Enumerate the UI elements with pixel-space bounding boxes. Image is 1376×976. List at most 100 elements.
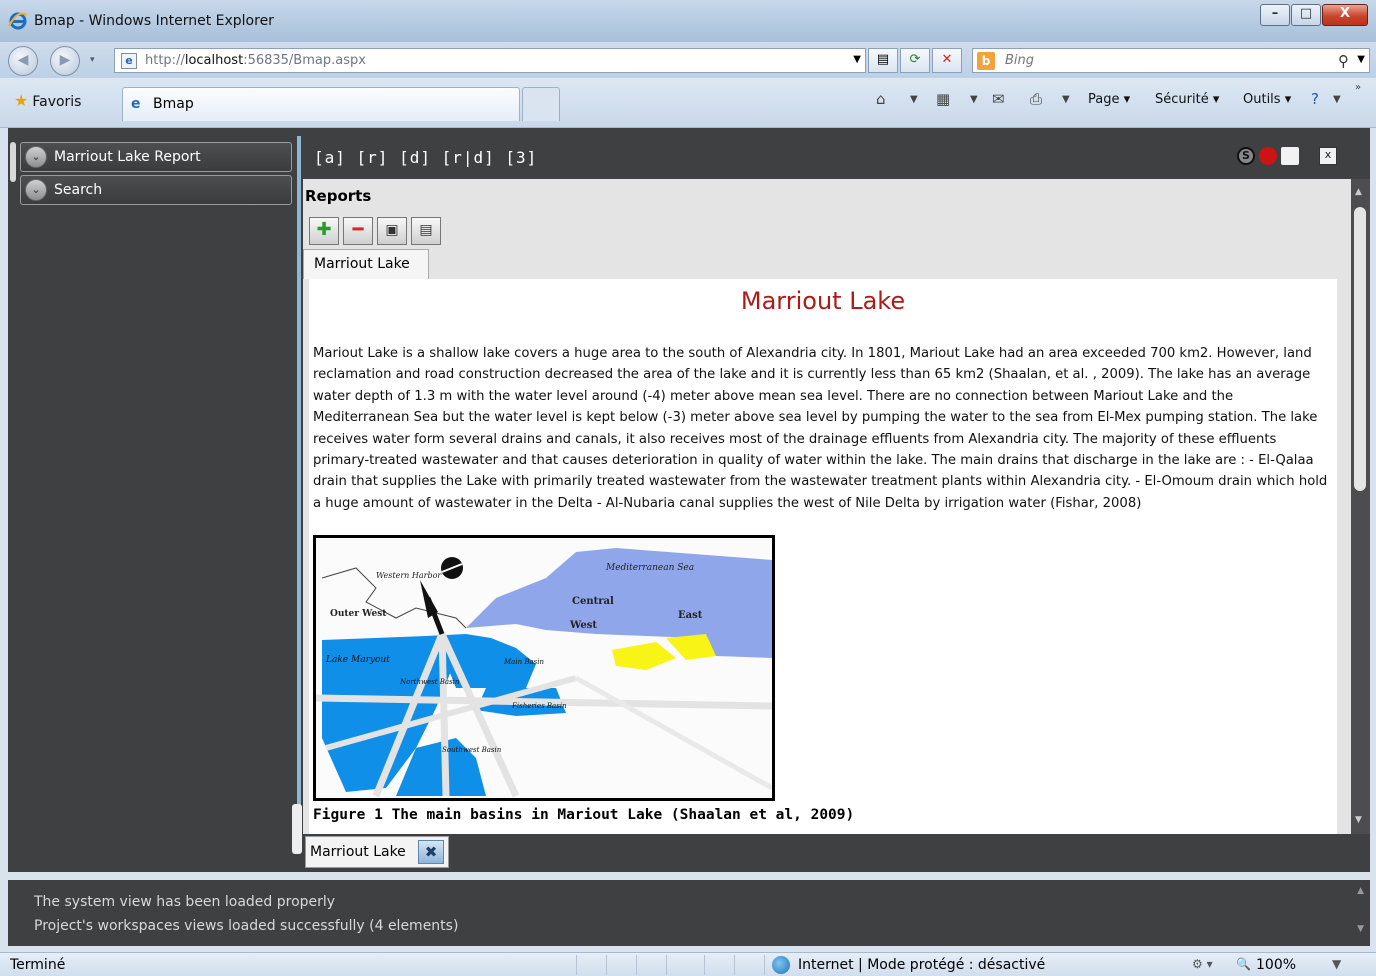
back-button[interactable]: ◀ <box>8 46 38 76</box>
more-chevron-icon[interactable]: » <box>1355 82 1361 93</box>
status-divider <box>704 955 705 975</box>
address-field[interactable]: e http://localhost:56835/Bmap.aspx ▼ <box>114 48 866 73</box>
mail-icon[interactable]: ✉ <box>992 90 1005 108</box>
application-area: ⌄ Marriout Lake Report ⌄ Search [a] [r] … <box>8 128 1370 872</box>
favorites-bar: ★ Favoris e Bmap ⌂ ▼ ▦ ▼ ✉ ⎙ ▼ Page ▾ Séc… <box>0 78 1376 128</box>
save-all-button[interactable]: ▤ <box>411 217 441 245</box>
page-menu[interactable]: Page ▾ <box>1088 92 1130 107</box>
maximize-icon: □ <box>1299 6 1313 21</box>
zoom-level[interactable]: 100% <box>1256 957 1296 973</box>
plus-icon: ✚ <box>316 219 332 240</box>
print-icon[interactable]: ⎙ <box>1030 90 1042 108</box>
report-heading: Marriout Lake <box>740 287 906 315</box>
log-scroll-down-icon[interactable]: ▼ <box>1357 924 1364 934</box>
favorites-button[interactable]: ★ Favoris <box>14 91 81 110</box>
tab-title: Bmap <box>153 96 194 112</box>
status-divider <box>576 955 577 975</box>
sidebar-item-label: Search <box>54 182 103 198</box>
help-icon[interactable]: ? <box>1311 90 1319 108</box>
window-titlebar: Bmap - Windows Internet Explorer – □ X <box>0 0 1376 42</box>
minimize-panel-button[interactable] <box>1281 147 1299 165</box>
view-mode-selector[interactable]: [a] [r] [d] [r|d] [3] <box>314 148 537 167</box>
sidebar-scrollbar[interactable] <box>10 142 16 182</box>
settings-s-button[interactable]: S <box>1237 147 1255 165</box>
workspace-tab-marriout-lake[interactable]: Marriout Lake ✖ <box>305 836 449 868</box>
zoom-icon: 🔍 <box>1236 957 1251 971</box>
workspace-tab-label: Marriout Lake <box>310 844 406 860</box>
status-divider <box>606 955 607 975</box>
tab-label: Marriout Lake <box>314 256 410 272</box>
close-icon: X <box>1339 6 1351 21</box>
map-label-western-harbor: Western Harbor <box>376 571 442 580</box>
stop-button[interactable]: ✕ <box>932 48 962 73</box>
panel-splitter[interactable] <box>297 136 301 852</box>
stop-icon: ✕ <box>941 52 953 67</box>
status-bar: Terminé Internet | Mode protégé : désact… <box>0 952 1376 976</box>
lake-map-figure: Western Harbor Outer West Mediterranean … <box>313 535 775 801</box>
delete-report-button[interactable]: ━ <box>343 217 373 245</box>
refresh-icon: ⟳ <box>909 52 921 67</box>
feeds-dropdown-icon[interactable]: ▼ <box>970 94 978 105</box>
search-dropdown-icon[interactable]: ▼ <box>1357 54 1365 65</box>
history-dropdown-icon[interactable]: ▾ <box>90 55 95 65</box>
print-dropdown-icon[interactable]: ▼ <box>1062 94 1070 105</box>
forward-button[interactable]: ▶ <box>50 46 80 76</box>
home-icon[interactable]: ⌂ <box>876 90 886 108</box>
scroll-up-icon[interactable]: ▲ <box>1355 187 1362 197</box>
scroll-down-icon[interactable]: ▼ <box>1355 815 1362 825</box>
protected-mode-icon[interactable]: ⚙ ▾ <box>1192 957 1213 971</box>
chevron-down-icon: ⌄ <box>25 146 47 168</box>
save-button[interactable]: ▣ <box>377 217 407 245</box>
record-button[interactable] <box>1259 147 1277 165</box>
search-icon[interactable]: ⚲ <box>1338 52 1349 70</box>
status-divider <box>636 955 637 975</box>
zoom-dropdown-icon[interactable]: ▼ <box>1332 957 1341 971</box>
status-text: Terminé <box>10 957 66 973</box>
splitter-grip[interactable] <box>292 804 302 854</box>
bing-logo-icon: b <box>977 52 995 70</box>
add-report-button[interactable]: ✚ <box>309 217 339 245</box>
close-tab-icon[interactable]: ✖ <box>418 840 444 864</box>
map-label-west: West <box>569 620 597 631</box>
figure-caption: Figure 1 The main basins in Mariout Lake… <box>313 807 855 823</box>
globe-icon <box>772 956 790 974</box>
tools-menu[interactable]: Outils ▾ <box>1243 92 1291 107</box>
address-dropdown-icon[interactable]: ▼ <box>853 54 861 65</box>
feeds-icon[interactable]: ▦ <box>936 90 950 108</box>
browser-tab[interactable]: e Bmap <box>122 87 520 121</box>
reports-scrollbar[interactable]: ▲ ▼ <box>1351 179 1370 834</box>
home-dropdown-icon[interactable]: ▼ <box>910 94 918 105</box>
search-placeholder: Bing <box>1005 53 1035 68</box>
reports-panel: Reports ✚ ━ ▣ ▤ Marriout Lake Marriout L… <box>303 179 1351 834</box>
status-divider <box>734 955 735 975</box>
map-label-lake-maryout: Lake Maryout <box>325 655 390 665</box>
tab-marriout-lake[interactable]: Marriout Lake <box>303 249 429 279</box>
scroll-thumb[interactable] <box>1354 207 1366 491</box>
new-tab-button[interactable] <box>522 87 560 121</box>
close-panel-button[interactable]: x <box>1319 147 1337 165</box>
map-label-southwest-basin: Southwest Basin <box>442 746 502 754</box>
help-dropdown-icon[interactable]: ▼ <box>1333 94 1341 105</box>
close-button[interactable]: X <box>1322 4 1368 26</box>
report-body: Mariout Lake is a shallow lake covers a … <box>313 346 1328 511</box>
search-field[interactable]: b Bing ⚲ ▼ <box>972 48 1370 73</box>
sidebar-item-search[interactable]: ⌄ Search <box>20 175 292 205</box>
report-document: Marriout Lake Mariout Lake is a shallow … <box>309 279 1337 834</box>
back-arrow-icon: ◀ <box>17 52 29 68</box>
save-icon: ▣ <box>385 222 399 238</box>
reports-title: Reports <box>305 187 372 205</box>
security-menu[interactable]: Sécurité ▾ <box>1155 92 1219 107</box>
minimize-button[interactable]: – <box>1260 4 1290 26</box>
maximize-button[interactable]: □ <box>1291 4 1321 26</box>
chevron-down-icon: ⌄ <box>25 179 47 201</box>
map-label-outer-west: Outer West <box>330 609 387 619</box>
window-controls: – □ X <box>1259 4 1368 26</box>
security-zone-text[interactable]: Internet | Mode protégé : désactivé <box>798 957 1045 973</box>
sidebar-item-marriout-lake-report[interactable]: ⌄ Marriout Lake Report <box>20 142 292 172</box>
compatibility-view-button[interactable]: ▤ <box>868 48 898 73</box>
map-label-east: East <box>678 610 703 621</box>
refresh-button[interactable]: ⟳ <box>900 48 930 73</box>
map-label-central: Central <box>572 596 614 607</box>
url-text: http://localhost:56835/Bmap.aspx <box>145 53 366 68</box>
log-scroll-up-icon[interactable]: ▲ <box>1357 886 1364 896</box>
